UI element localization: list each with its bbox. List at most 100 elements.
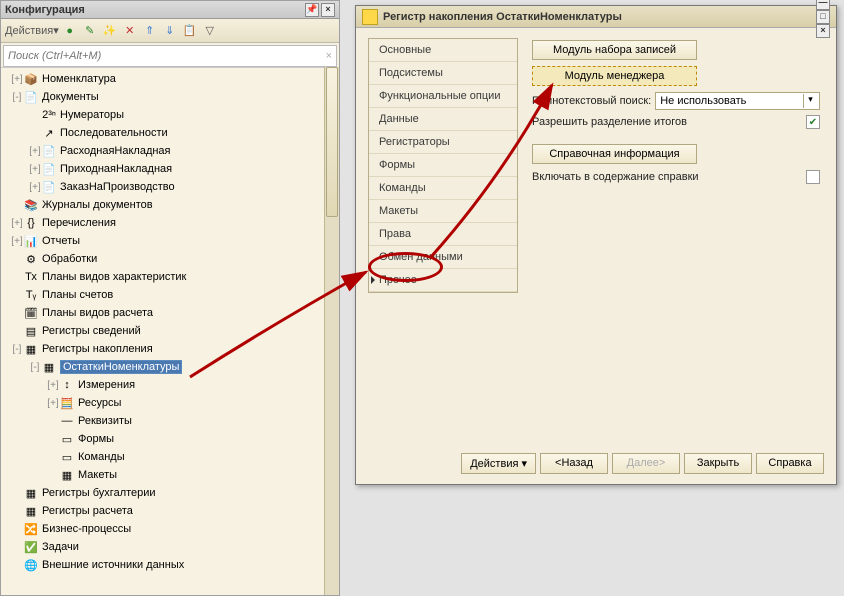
module-recordset-button[interactable]: Модуль набора записей (532, 40, 697, 60)
tree-node[interactable]: [+]📊Отчеты (1, 232, 339, 250)
edit-icon[interactable]: ✎ (81, 22, 99, 40)
tree-node[interactable]: ▦Регистры бухгалтерии (1, 484, 339, 502)
expander-icon[interactable]: [+] (29, 182, 41, 193)
node-label: Бизнес-процессы (42, 523, 131, 535)
node-icon: ↗ (41, 125, 57, 141)
tree-node[interactable]: —Реквизиты (1, 412, 339, 430)
tab-Основные[interactable]: Основные (369, 39, 517, 62)
actions-button[interactable]: Действия ▾ (461, 453, 536, 474)
tab-Макеты[interactable]: Макеты (369, 200, 517, 223)
node-label: Команды (78, 451, 125, 463)
node-icon: 📚 (23, 197, 39, 213)
tree-node[interactable]: [+]📄ПриходнаяНакладная (1, 160, 339, 178)
tabs-list: ОсновныеПодсистемыФункциональные опцииДа… (368, 38, 518, 293)
pin-icon[interactable]: 📌 (305, 3, 319, 17)
tree-node[interactable]: [-]▦ОстаткиНоменклатуры (1, 358, 339, 376)
expander-icon[interactable]: [+] (29, 146, 41, 157)
module-manager-button[interactable]: Модуль менеджера (532, 66, 697, 86)
node-icon: ▭ (59, 449, 75, 465)
tree-node[interactable]: ▭Команды (1, 448, 339, 466)
search-input[interactable] (4, 50, 322, 62)
expander-icon[interactable]: [+] (11, 218, 23, 229)
tree-node[interactable]: 🗓Планы видов расчета (1, 304, 339, 322)
left-scrollbar[interactable] (324, 67, 339, 595)
node-icon: 📄 (23, 89, 39, 105)
tree-node[interactable]: ⚙Обработки (1, 250, 339, 268)
expander-icon[interactable]: [-] (29, 362, 41, 373)
expander-icon[interactable]: [+] (47, 380, 59, 391)
include-help-checkbox[interactable] (806, 170, 820, 184)
tree-node[interactable]: [-]📄Документы (1, 88, 339, 106)
tree-node[interactable]: [+]↕Измерения (1, 376, 339, 394)
tree-node[interactable]: ТᵧПланы счетов (1, 286, 339, 304)
next-button: Далее> (612, 453, 680, 474)
tree-node[interactable]: 📚Журналы документов (1, 196, 339, 214)
up-icon[interactable]: ⇑ (141, 22, 159, 40)
help-button[interactable]: Справка (756, 453, 824, 474)
ref-info-button[interactable]: Справочная информация (532, 144, 697, 164)
tab-Права[interactable]: Права (369, 223, 517, 246)
tree-node[interactable]: ▦Регистры расчета (1, 502, 339, 520)
node-label: Планы видов расчета (42, 307, 153, 319)
tree-node[interactable]: [+]{}Перечисления (1, 214, 339, 232)
tree-node[interactable]: ↗Последовательности (1, 124, 339, 142)
delete-icon[interactable]: ✕ (121, 22, 139, 40)
tab-Регистраторы[interactable]: Регистраторы (369, 131, 517, 154)
close-button[interactable]: Закрыть (684, 453, 752, 474)
chevron-down-icon[interactable]: ▾ (803, 94, 817, 108)
tab-Обмен данными[interactable]: Обмен данными (369, 246, 517, 269)
node-label: Регистры накопления (42, 343, 153, 355)
tab-Подсистемы[interactable]: Подсистемы (369, 62, 517, 85)
tree-node[interactable]: ▤Регистры сведений (1, 322, 339, 340)
filter-icon[interactable]: ▽ (201, 22, 219, 40)
node-label: ОстаткиНоменклатуры (60, 360, 182, 374)
tree[interactable]: [+]📦Номенклатура[-]📄Документы2³ⁿНумерато… (1, 67, 339, 595)
magic-icon[interactable]: ✨ (101, 22, 119, 40)
tree-node[interactable]: [+]🧮Ресурсы (1, 394, 339, 412)
add-icon[interactable]: ● (61, 22, 79, 40)
tree-node[interactable]: 🔀Бизнес-процессы (1, 520, 339, 538)
fulltext-select[interactable]: Не использовать ▾ (655, 92, 820, 110)
tree-node[interactable]: 🌐Внешние источники данных (1, 556, 339, 574)
tab-Функциональные опции[interactable]: Функциональные опции (369, 85, 517, 108)
tree-node[interactable]: [+]📦Номенклатура (1, 70, 339, 88)
close-icon[interactable]: × (321, 3, 335, 17)
node-label: Нумераторы (60, 109, 124, 121)
tab-Данные[interactable]: Данные (369, 108, 517, 131)
expander-icon[interactable]: [-] (11, 92, 23, 103)
tree-node[interactable]: ▭Формы (1, 430, 339, 448)
register-properties-window: Регистр накопления ОстаткиНоменклатуры —… (355, 5, 837, 485)
search-box[interactable]: × (3, 45, 337, 67)
expander-icon[interactable]: [+] (47, 398, 59, 409)
node-label: Макеты (78, 469, 117, 481)
expander-icon[interactable]: [-] (11, 344, 23, 355)
down-icon[interactable]: ⇓ (161, 22, 179, 40)
scroll-thumb[interactable] (326, 67, 338, 217)
tree-node[interactable]: [+]📄ЗаказНаПроизводство (1, 178, 339, 196)
node-icon: ▭ (59, 431, 75, 447)
sort-icon[interactable]: 📋 (181, 22, 199, 40)
maximize-icon[interactable]: □ (816, 10, 830, 24)
tree-node[interactable]: ▦Макеты (1, 466, 339, 484)
node-icon: ↕ (59, 377, 75, 393)
expander-icon[interactable]: [+] (29, 164, 41, 175)
expander-icon[interactable]: [+] (11, 236, 23, 247)
tab-Прочее[interactable]: Прочее (369, 269, 517, 292)
tree-node[interactable]: 2³ⁿНумераторы (1, 106, 339, 124)
node-label: ЗаказНаПроизводство (60, 181, 175, 193)
node-icon: ▦ (23, 485, 39, 501)
tab-Команды[interactable]: Команды (369, 177, 517, 200)
allow-totals-checkbox[interactable]: ✔ (806, 115, 820, 129)
tree-node[interactable]: ТхПланы видов характеристик (1, 268, 339, 286)
tree-node[interactable]: [-]▦Регистры накопления (1, 340, 339, 358)
clear-icon[interactable]: × (322, 50, 336, 62)
node-icon: 🌐 (23, 557, 39, 573)
expander-icon[interactable]: [+] (11, 74, 23, 85)
tree-node[interactable]: ✅Задачи (1, 538, 339, 556)
minimize-icon[interactable]: — (816, 0, 830, 10)
tab-Формы[interactable]: Формы (369, 154, 517, 177)
actions-dropdown[interactable]: Действия ▾ (5, 22, 59, 40)
configuration-panel: Конфигурация 📌 × Действия ▾ ● ✎ ✨ ✕ ⇑ ⇓ … (0, 0, 340, 596)
tree-node[interactable]: [+]📄РасходнаяНакладная (1, 142, 339, 160)
back-button[interactable]: <Назад (540, 453, 608, 474)
